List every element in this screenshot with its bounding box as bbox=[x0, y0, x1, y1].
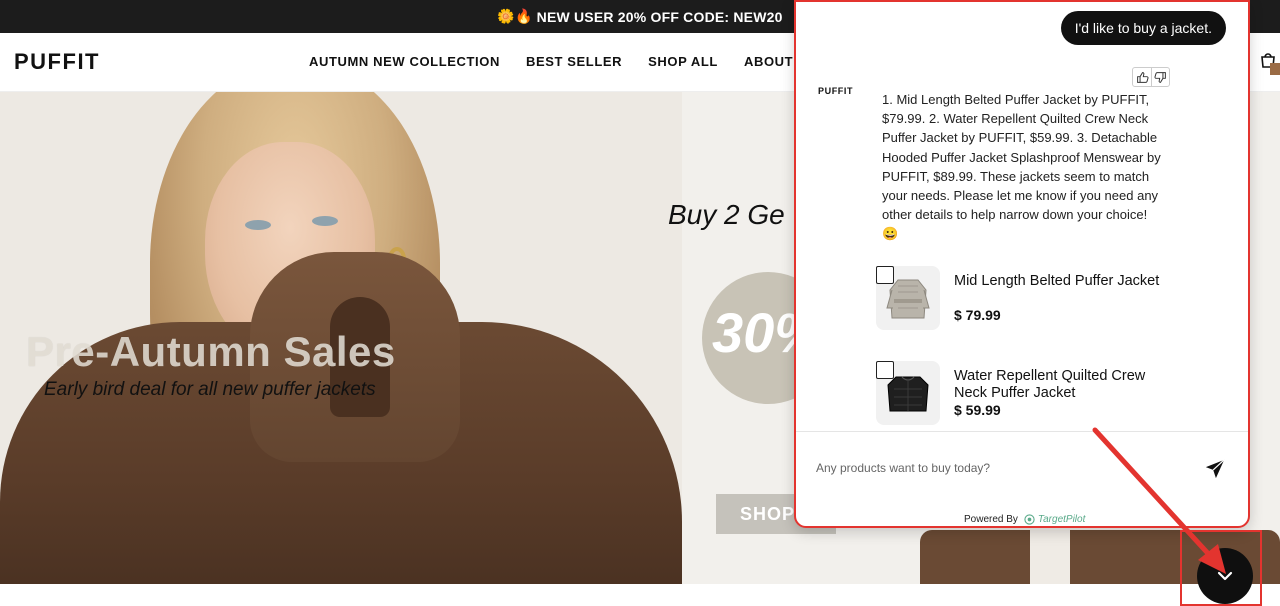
page-bottom bbox=[0, 584, 1280, 606]
chat-input[interactable] bbox=[816, 461, 1176, 475]
announcement-text: NEW USER 20% OFF CODE: NEW20 bbox=[536, 8, 783, 25]
chat-toggle-highlight bbox=[1180, 530, 1262, 606]
product-select-checkbox[interactable] bbox=[876, 266, 894, 284]
powered-brand-text: TargetPilot bbox=[1037, 514, 1086, 525]
cart-count-badge bbox=[1270, 63, 1280, 75]
chat-widget: I'd like to buy a jacket. PUFFIT 1. Mid … bbox=[794, 0, 1250, 528]
powered-brand[interactable]: TargetPilot bbox=[1024, 514, 1085, 525]
targetpilot-logo-icon bbox=[1024, 514, 1035, 525]
hero-title: Pre-Autumn Sales bbox=[26, 328, 396, 375]
product-price: $ 59.99 bbox=[954, 402, 1001, 418]
send-icon[interactable] bbox=[1204, 458, 1226, 480]
bot-message: 1. Mid Length Belted Puffer Jacket by PU… bbox=[882, 92, 1161, 242]
promo-text: Buy 2 Ge bbox=[668, 199, 785, 230]
cart-icon[interactable] bbox=[1250, 51, 1280, 79]
nav-autumn-new-collection[interactable]: AUTUMN NEW COLLECTION bbox=[309, 54, 500, 69]
product-price: $ 79.99 bbox=[954, 307, 1001, 323]
feedback-buttons bbox=[1132, 67, 1170, 87]
user-message-bubble: I'd like to buy a jacket. bbox=[1060, 11, 1226, 45]
bot-avatar-logo: PUFFIT bbox=[818, 86, 854, 96]
hero-subtitle: Early bird deal for all new puffer jacke… bbox=[44, 379, 376, 400]
product-name[interactable]: Mid Length Belted Puffer Jacket bbox=[954, 273, 1164, 290]
product-select-checkbox[interactable] bbox=[876, 361, 894, 379]
powered-by-label: Powered By bbox=[964, 514, 1018, 525]
powered-by: Powered By TargetPilot bbox=[964, 514, 1085, 525]
nav-best-seller[interactable]: BEST SELLER bbox=[526, 54, 622, 69]
site-logo[interactable]: PUFFIT bbox=[14, 49, 100, 75]
product-card[interactable]: Water Repellent Quilted Crew Neck Puffer… bbox=[874, 361, 1174, 427]
product-card[interactable]: Mid Length Belted Puffer Jacket $ 79.99 bbox=[874, 266, 1174, 332]
nav-shop-all[interactable]: SHOP ALL bbox=[648, 54, 718, 69]
chat-toggle-button[interactable] bbox=[1197, 548, 1253, 604]
chevron-down-icon bbox=[1217, 571, 1233, 581]
announcement-emoji: 🌼🔥 bbox=[497, 8, 533, 24]
thumbs-up-icon[interactable] bbox=[1133, 68, 1151, 86]
chat-divider bbox=[796, 431, 1248, 432]
product-name[interactable]: Water Repellent Quilted Crew Neck Puffer… bbox=[954, 368, 1164, 401]
thumbs-down-icon[interactable] bbox=[1151, 68, 1169, 86]
main-nav: AUTUMN NEW COLLECTION BEST SELLER SHOP A… bbox=[309, 54, 817, 69]
